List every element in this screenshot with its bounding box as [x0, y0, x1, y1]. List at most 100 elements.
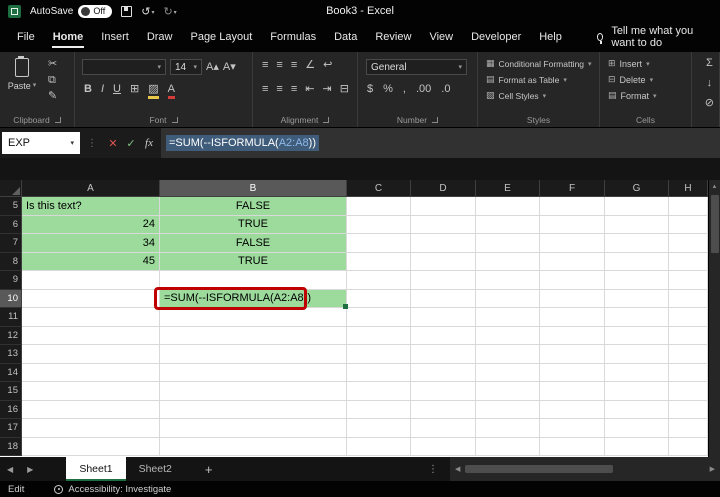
- vertical-scroll-thumb[interactable]: [710, 195, 719, 253]
- cell-D8[interactable]: [411, 252, 476, 271]
- vertical-scrollbar[interactable]: ▲: [708, 180, 720, 457]
- cell-A6[interactable]: 24: [22, 215, 160, 234]
- delete-button[interactable]: ⊟ Delete ▾: [608, 74, 657, 85]
- decrease-indent-icon[interactable]: ⇤: [305, 84, 314, 95]
- cell-H13[interactable]: [669, 345, 708, 364]
- row-header-8[interactable]: 8: [0, 252, 22, 271]
- cell-C7[interactable]: [347, 234, 411, 253]
- cell-B17[interactable]: [160, 419, 347, 438]
- copy-icon[interactable]: ⧉: [48, 75, 57, 86]
- align-bottom-icon[interactable]: ≡: [291, 60, 297, 71]
- cut-icon[interactable]: ✂: [48, 59, 57, 70]
- autosave-toggle[interactable]: Off: [78, 4, 113, 18]
- row-header-9[interactable]: 9: [0, 271, 22, 290]
- cell-C14[interactable]: [347, 363, 411, 382]
- cell-D9[interactable]: [411, 271, 476, 290]
- cell-A8[interactable]: 45: [22, 252, 160, 271]
- row-header-17[interactable]: 17: [0, 419, 22, 438]
- clear-icon[interactable]: ⊘: [705, 98, 714, 109]
- font-dialog-launcher[interactable]: [171, 117, 178, 123]
- menu-tab-home[interactable]: Home: [44, 22, 93, 52]
- cell-G16[interactable]: [605, 400, 669, 419]
- format-as-table-button[interactable]: ▤ Format as Table ▾: [486, 74, 592, 85]
- cell-A14[interactable]: [22, 363, 160, 382]
- cell-E11[interactable]: [476, 308, 540, 327]
- align-left-icon[interactable]: ≡: [262, 84, 268, 95]
- increase-indent-icon[interactable]: ⇥: [322, 84, 331, 95]
- cell-G8[interactable]: [605, 252, 669, 271]
- menu-tab-help[interactable]: Help: [530, 22, 571, 52]
- cell-H9[interactable]: [669, 271, 708, 290]
- scroll-up-icon[interactable]: ▲: [712, 184, 718, 190]
- cell-E16[interactable]: [476, 400, 540, 419]
- font-size-select[interactable]: 14 ▾: [170, 59, 202, 75]
- menu-tab-formulas[interactable]: Formulas: [261, 22, 325, 52]
- paste-button[interactable]: Paste ▾: [5, 56, 39, 91]
- cell-E12[interactable]: [476, 326, 540, 345]
- cell-H14[interactable]: [669, 363, 708, 382]
- cell-C16[interactable]: [347, 400, 411, 419]
- cell-D12[interactable]: [411, 326, 476, 345]
- alignment-dialog-launcher[interactable]: [323, 117, 330, 123]
- cell-D18[interactable]: [411, 437, 476, 456]
- number-dialog-launcher[interactable]: [432, 117, 439, 123]
- cell-D11[interactable]: [411, 308, 476, 327]
- cell-B6[interactable]: TRUE: [160, 215, 347, 234]
- row-header-14[interactable]: 14: [0, 363, 22, 382]
- cell-B18[interactable]: [160, 437, 347, 456]
- cell-H12[interactable]: [669, 326, 708, 345]
- font-name-select[interactable]: ▾: [82, 59, 166, 75]
- cell-E7[interactable]: [476, 234, 540, 253]
- cancel-icon[interactable]: ✕: [104, 137, 122, 150]
- cell-G10[interactable]: [605, 289, 669, 308]
- row-header-16[interactable]: 16: [0, 400, 22, 419]
- cell-H6[interactable]: [669, 215, 708, 234]
- cell-D10[interactable]: [411, 289, 476, 308]
- save-button[interactable]: [121, 5, 133, 17]
- sheet-tab-sheet1[interactable]: Sheet1: [66, 457, 126, 481]
- clipboard-dialog-launcher[interactable]: [54, 117, 61, 123]
- sheet-nav-right-icon[interactable]: ▶: [20, 465, 40, 474]
- row-header-12[interactable]: 12: [0, 326, 22, 345]
- cell-styles-button[interactable]: ▧ Cell Styles ▾: [486, 90, 592, 101]
- autosum-icon[interactable]: Σ: [706, 58, 713, 69]
- cell-B8[interactable]: TRUE: [160, 252, 347, 271]
- cell-D7[interactable]: [411, 234, 476, 253]
- number-format-select[interactable]: General ▾: [366, 59, 467, 75]
- cell-E15[interactable]: [476, 382, 540, 401]
- accessibility-status[interactable]: Accessibility: Investigate: [68, 484, 171, 495]
- column-header-e[interactable]: E: [476, 180, 540, 197]
- horizontal-scrollbar[interactable]: ◀ ▶: [450, 457, 720, 481]
- cell-G12[interactable]: [605, 326, 669, 345]
- cell-C5[interactable]: [347, 197, 411, 216]
- merge-center-icon[interactable]: ⊟: [340, 84, 349, 95]
- cell-A17[interactable]: [22, 419, 160, 438]
- cell-F6[interactable]: [540, 215, 605, 234]
- fill-handle[interactable]: [343, 304, 348, 309]
- cell-C18[interactable]: [347, 437, 411, 456]
- cell-F15[interactable]: [540, 382, 605, 401]
- cell-B7[interactable]: FALSE: [160, 234, 347, 253]
- cell-E9[interactable]: [476, 271, 540, 290]
- cell-F14[interactable]: [540, 363, 605, 382]
- orientation-icon[interactable]: ∠: [305, 60, 315, 71]
- format-painter-icon[interactable]: ✎: [48, 91, 57, 102]
- cell-A11[interactable]: [22, 308, 160, 327]
- excel-app-icon[interactable]: [8, 4, 21, 18]
- cell-C10[interactable]: [347, 289, 411, 308]
- tab-options-icon[interactable]: ⋮: [428, 464, 438, 475]
- increase-font-size-icon[interactable]: A▴: [206, 61, 219, 73]
- cell-E8[interactable]: [476, 252, 540, 271]
- cell-B5[interactable]: FALSE: [160, 197, 347, 216]
- cell-D17[interactable]: [411, 419, 476, 438]
- cell-C8[interactable]: [347, 252, 411, 271]
- menu-tab-developer[interactable]: Developer: [462, 22, 530, 52]
- cell-G9[interactable]: [605, 271, 669, 290]
- cell-F8[interactable]: [540, 252, 605, 271]
- cell-F5[interactable]: [540, 197, 605, 216]
- insert-button[interactable]: ⊞ Insert ▾: [608, 58, 657, 69]
- cell-A12[interactable]: [22, 326, 160, 345]
- cell-E18[interactable]: [476, 437, 540, 456]
- cell-H15[interactable]: [669, 382, 708, 401]
- cell-H17[interactable]: [669, 419, 708, 438]
